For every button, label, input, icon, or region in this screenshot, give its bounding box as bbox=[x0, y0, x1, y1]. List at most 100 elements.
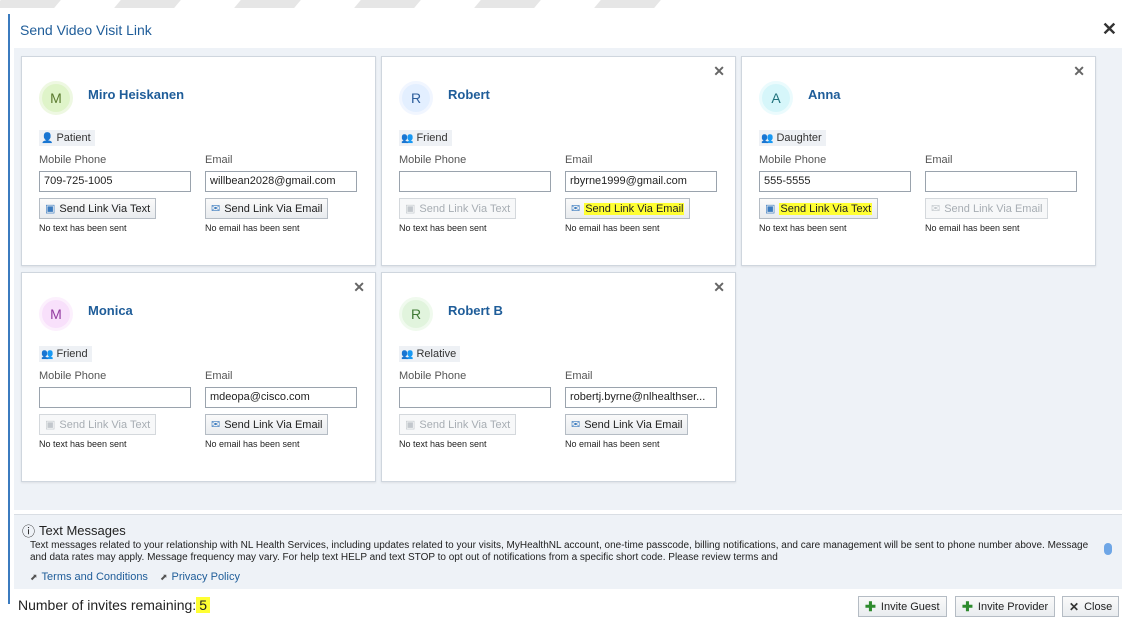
text-messages-title: Text Messages bbox=[39, 523, 126, 538]
person-icon: 👤 bbox=[41, 132, 54, 144]
mobile-phone-label: Mobile Phone bbox=[399, 154, 467, 166]
privacy-policy-link[interactable]: ⬈ Privacy Policy bbox=[160, 571, 240, 583]
terms-link-label: Terms and Conditions bbox=[41, 571, 148, 583]
avatar: R bbox=[399, 81, 433, 115]
invites-remaining-label: Number of invites remaining: bbox=[18, 597, 197, 613]
send-link-text-label: Send Link Via Text bbox=[59, 418, 151, 431]
avatar: R bbox=[399, 297, 433, 331]
send-link-email-button[interactable]: ✉ Send Link Via Email bbox=[925, 198, 1049, 219]
invite-guest-label: Invite Guest bbox=[880, 600, 940, 613]
phone-message-icon: ▣ bbox=[405, 203, 416, 215]
send-link-text-button[interactable]: ▣ Send Link Via Text bbox=[39, 414, 157, 435]
send-link-text-button[interactable]: ▣ Send Link Via Text bbox=[399, 198, 517, 219]
send-link-email-label: Send Link Via Email bbox=[584, 418, 683, 431]
email-icon: ✉ bbox=[571, 203, 581, 215]
text-messages-heading: ⓘ Text Messages bbox=[22, 521, 126, 540]
top-decor-stripes bbox=[0, 0, 1123, 12]
relationship-badge: 👥 Relative bbox=[399, 346, 461, 362]
send-link-text-button[interactable]: ▣ Send Link Via Text bbox=[759, 198, 879, 219]
send-link-email-button[interactable]: ✉ Send Link Via Email bbox=[205, 414, 329, 435]
mobile-phone-field[interactable] bbox=[399, 387, 551, 408]
mobile-phone-label: Mobile Phone bbox=[759, 154, 827, 166]
remove-participant-icon[interactable]: ✕ bbox=[353, 279, 365, 296]
send-link-email-button[interactable]: ✉ Send Link Via Email bbox=[565, 414, 689, 435]
left-accent-rule bbox=[8, 14, 10, 604]
invite-guest-button[interactable]: ✚ Invite Guest bbox=[858, 596, 947, 617]
privacy-link-label: Privacy Policy bbox=[171, 571, 240, 583]
mobile-phone-label: Mobile Phone bbox=[39, 154, 107, 166]
relationship-label: Friend bbox=[416, 132, 448, 144]
participant-name: Monica bbox=[88, 303, 133, 318]
mobile-phone-field[interactable] bbox=[399, 171, 551, 192]
send-link-email-label: Send Link Via Email bbox=[224, 418, 323, 431]
email-status: No email has been sent bbox=[205, 223, 300, 233]
email-label: Email bbox=[565, 370, 593, 382]
email-label: Email bbox=[205, 154, 233, 166]
email-field[interactable] bbox=[925, 171, 1077, 192]
send-link-text-button[interactable]: ▣ Send Link Via Text bbox=[39, 198, 157, 219]
avatar: M bbox=[39, 297, 73, 331]
mobile-phone-field[interactable]: 555-5555 bbox=[759, 171, 911, 192]
relationship-badge: 👥 Friend bbox=[399, 130, 452, 146]
policy-links: ⬈ Terms and Conditions ⬈ Privacy Policy bbox=[30, 571, 240, 583]
relationship-label: Patient bbox=[56, 132, 91, 144]
participant-card: M Miro Heiskanen 👤 Patient Mobile Phone E… bbox=[21, 56, 376, 266]
send-link-text-label: Send Link Via Text bbox=[419, 202, 511, 215]
email-icon: ✉ bbox=[931, 203, 941, 215]
avatar: A bbox=[759, 81, 793, 115]
invite-provider-button[interactable]: ✚ Invite Provider bbox=[955, 596, 1056, 617]
email-label: Email bbox=[205, 370, 233, 382]
participant-name: Miro Heiskanen bbox=[88, 87, 185, 102]
email-status: No email has been sent bbox=[565, 439, 660, 449]
relationship-label: Relative bbox=[416, 348, 457, 360]
email-icon: ✉ bbox=[211, 203, 221, 215]
text-status: No text has been sent bbox=[399, 223, 487, 233]
relationship-label: Friend bbox=[56, 348, 88, 360]
phone-message-icon: ▣ bbox=[765, 203, 776, 215]
email-field[interactable]: willbean2028@gmail.com bbox=[205, 171, 357, 192]
send-link-text-label: Send Link Via Text bbox=[59, 202, 151, 215]
mobile-phone-field[interactable]: 709-725-1005 bbox=[39, 171, 191, 192]
participant-name: Robert bbox=[448, 87, 490, 102]
remove-participant-icon[interactable]: ✕ bbox=[713, 63, 725, 80]
text-messages-notice: ⓘ Text Messages Text messages related to … bbox=[14, 514, 1122, 589]
send-link-email-button[interactable]: ✉ Send Link Via Email bbox=[565, 198, 691, 219]
email-label: Email bbox=[925, 154, 953, 166]
send-link-text-button[interactable]: ▣ Send Link Via Text bbox=[399, 414, 517, 435]
relationship-badge: 👤 Patient bbox=[39, 130, 95, 146]
people-icon: 👥 bbox=[401, 348, 414, 360]
dialog-close-icon[interactable]: ✕ bbox=[1102, 20, 1117, 38]
participant-card: ✕ M Monica 👥 Friend Mobile Phone Email md… bbox=[21, 272, 376, 482]
plus-icon: ✚ bbox=[962, 598, 973, 614]
remove-participant-icon[interactable]: ✕ bbox=[1073, 63, 1085, 80]
phone-message-icon: ▣ bbox=[45, 419, 56, 431]
invites-remaining-count: 5 bbox=[196, 597, 210, 613]
participant-name: Robert B bbox=[448, 303, 503, 318]
send-link-email-label: Send Link Via Email bbox=[584, 202, 685, 215]
relationship-label: Daughter bbox=[776, 132, 822, 144]
plus-icon: ✚ bbox=[865, 598, 876, 614]
people-icon: 👥 bbox=[41, 348, 54, 360]
mobile-phone-field[interactable] bbox=[39, 387, 191, 408]
avatar: M bbox=[39, 81, 73, 115]
email-status: No email has been sent bbox=[205, 439, 300, 449]
email-icon: ✉ bbox=[211, 419, 221, 431]
send-link-email-button[interactable]: ✉ Send Link Via Email bbox=[205, 198, 329, 219]
close-button[interactable]: ✕ Close bbox=[1062, 596, 1120, 617]
participant-card: ✕ R Robert B 👥 Relative Mobile Phone Emai… bbox=[381, 272, 736, 482]
remove-participant-icon[interactable]: ✕ bbox=[713, 279, 725, 296]
terms-and-conditions-link[interactable]: ⬈ Terms and Conditions bbox=[30, 571, 148, 583]
email-field[interactable]: mdeopa@cisco.com bbox=[205, 387, 357, 408]
text-status: No text has been sent bbox=[39, 439, 127, 449]
external-link-icon: ⬈ bbox=[159, 572, 168, 582]
email-status: No email has been sent bbox=[565, 223, 660, 233]
info-icon: ⓘ bbox=[22, 524, 36, 539]
mobile-phone-label: Mobile Phone bbox=[39, 370, 107, 382]
invites-remaining: Number of invites remaining: 5 bbox=[18, 597, 210, 613]
email-field[interactable]: robertj.byrne@nlhealthser... bbox=[565, 387, 717, 408]
email-label: Email bbox=[565, 154, 593, 166]
send-link-text-label: Send Link Via Text bbox=[419, 418, 511, 431]
email-field[interactable]: rbyrne1999@gmail.com bbox=[565, 171, 717, 192]
scrollbar-thumb[interactable] bbox=[1104, 543, 1112, 555]
dialog-title: Send Video Visit Link bbox=[20, 22, 152, 38]
